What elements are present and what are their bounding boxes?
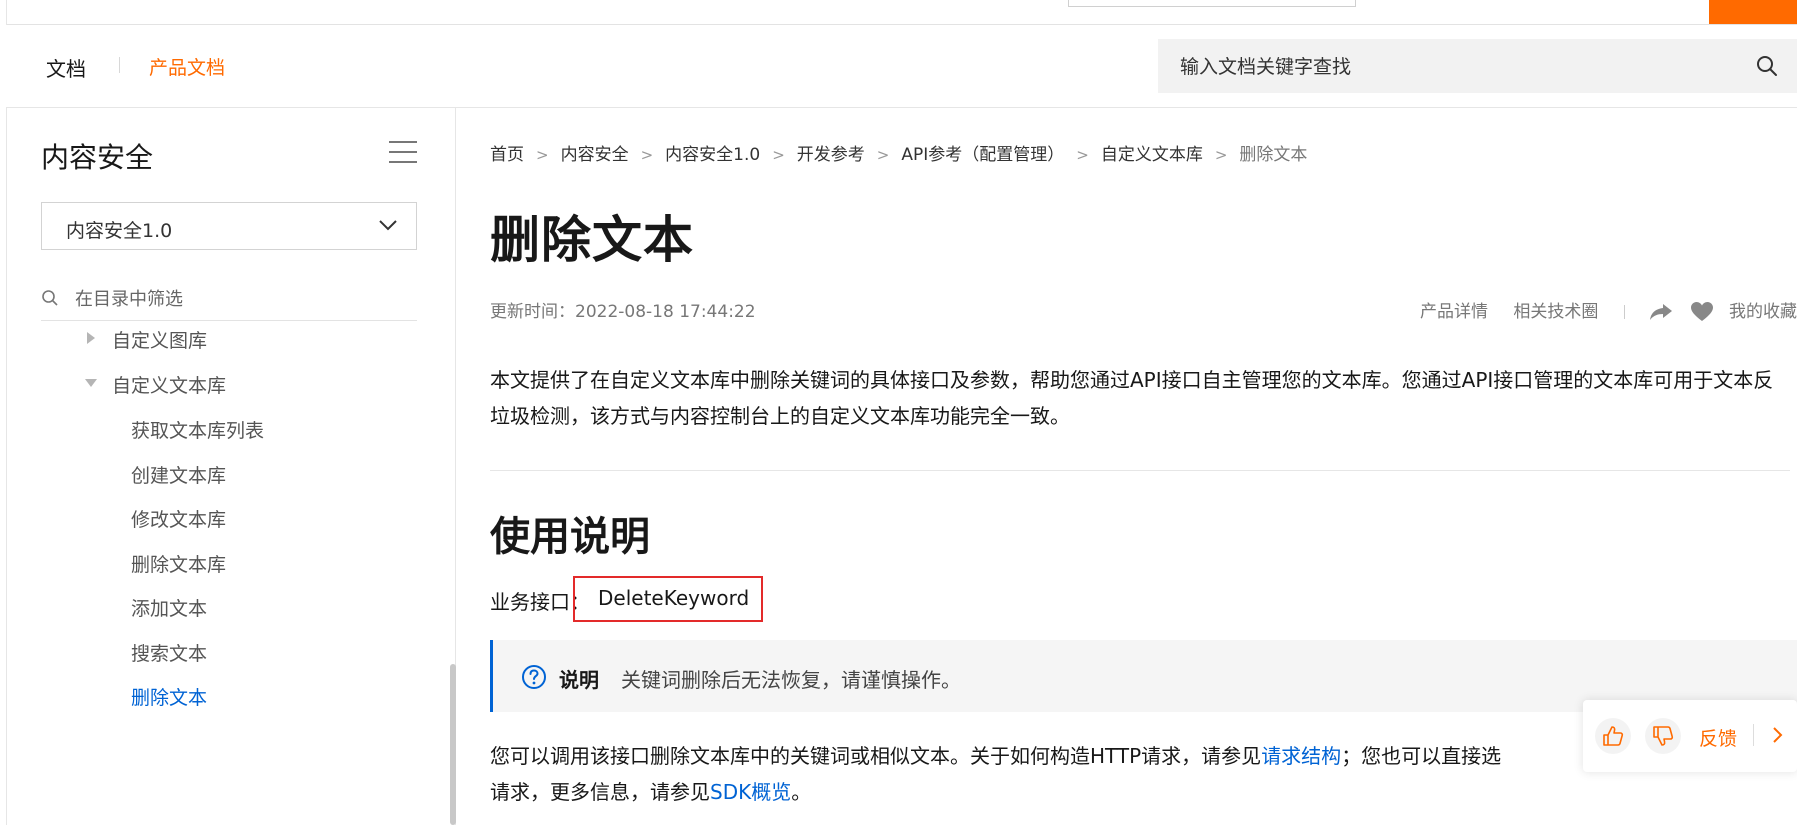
note-text: 关键词删除后无法恢复，请谨慎操作。	[621, 668, 961, 692]
sdk-overview-link[interactable]: SDK概览	[710, 780, 791, 804]
top-strip	[0, 0, 1797, 25]
version-select[interactable]: 内容安全1.0	[41, 202, 417, 250]
thumbs-down-icon	[1653, 726, 1674, 746]
section-divider	[490, 470, 1790, 471]
help-icon	[522, 665, 546, 689]
intro-paragraph: 本文提供了在自定义文本库中删除关键词的具体接口及参数，帮助您通过API接口自主管…	[490, 368, 1774, 428]
usage-text: 您可以调用该接口删除文本库中的关键词或相似文本。关于如何构造HTTP请求，请参见	[490, 744, 1262, 768]
breadcrumb-api-ref[interactable]: API参考（配置管理）	[901, 140, 1064, 165]
chevron-down-icon	[379, 220, 397, 231]
sidebar-title: 内容安全	[41, 141, 154, 174]
toc-item-list-text-libs[interactable]: 获取文本库列表	[131, 416, 264, 443]
toc-item-custom-text-lib[interactable]: 自定义文本库	[112, 371, 226, 398]
top-console-button[interactable]	[1709, 0, 1797, 24]
toc-filter-input[interactable]	[73, 280, 407, 318]
api-name: DeleteKeyword	[598, 586, 750, 610]
action-divider	[1623, 305, 1625, 319]
usage-text: ；您也可以直接选	[1341, 744, 1502, 768]
note-label: 说明	[559, 668, 599, 692]
chevron-right-icon[interactable]	[1767, 724, 1787, 746]
section-heading: 使用说明	[490, 514, 650, 560]
tech-circle-link[interactable]: 相关技术圈	[1513, 302, 1598, 322]
page-title: 删除文本	[490, 211, 694, 269]
toc-item-modify-text-lib[interactable]: 修改文本库	[131, 505, 226, 532]
toc-item-delete-text-lib[interactable]: 删除文本库	[131, 550, 226, 577]
version-select-value: 内容安全1.0	[66, 220, 173, 242]
nav-docs-link[interactable]: 文档	[46, 53, 86, 82]
breadcrumb-separator-icon: >	[1076, 146, 1089, 164]
search-icon[interactable]	[1755, 54, 1779, 78]
breadcrumb-separator-icon: >	[876, 146, 890, 164]
top-search-box[interactable]	[1068, 0, 1356, 7]
thumbs-up-button[interactable]	[1595, 718, 1631, 754]
menu-icon[interactable]	[389, 141, 417, 163]
breadcrumb-separator-icon: >	[536, 146, 549, 164]
toc-item-custom-image-lib[interactable]: 自定义图库	[112, 326, 207, 353]
feedback-button[interactable]: 反馈	[1699, 724, 1737, 751]
left-edge	[0, 0, 7, 825]
breadcrumb-separator-icon: >	[1214, 146, 1228, 164]
doc-header: 文档 产品文档	[6, 25, 1797, 108]
update-time: 更新时间：2022-08-18 17:44:22	[490, 302, 756, 322]
toc-filter	[41, 280, 417, 321]
breadcrumb-home[interactable]: 首页	[490, 140, 524, 165]
breadcrumb-dev-ref[interactable]: 开发参考	[797, 140, 865, 165]
toc-item-delete-text[interactable]: 删除文本	[131, 683, 207, 710]
feedback-divider	[1753, 724, 1754, 746]
thumbs-up-icon	[1603, 726, 1624, 746]
breadcrumb-content-security[interactable]: 内容安全	[561, 140, 629, 165]
sidebar-scrollbar[interactable]	[450, 664, 456, 825]
toc-item-search-text[interactable]: 搜索文本	[131, 639, 207, 666]
feedback-widget: 反馈	[1583, 700, 1797, 772]
breadcrumb-separator-icon: >	[640, 146, 654, 164]
breadcrumb: 首页 > 内容安全 > 内容安全1.0 > 开发参考 > API参考（配置管理） > 自定义文本库 >…	[490, 140, 1307, 165]
nav-divider	[119, 57, 120, 73]
share-icon[interactable]	[1648, 302, 1674, 322]
usage-text: 请求，更多信息，请参见	[490, 780, 710, 804]
favorites-link[interactable]: 我的收藏	[1729, 302, 1797, 322]
request-structure-link[interactable]: 请求结构	[1261, 744, 1341, 768]
toc-item-add-text[interactable]: 添加文本	[131, 594, 207, 621]
doc-search-input[interactable]	[1178, 39, 1742, 95]
product-details-link[interactable]: 产品详情	[1420, 302, 1488, 322]
toc-sidebar: 内容安全 内容安全1.0 自定义图库 自定义文本库 获取文本库列表 创建文本库 …	[7, 108, 456, 825]
doc-actions: 产品详情 相关技术圈 我的收藏	[1420, 297, 1797, 323]
caret-right-icon[interactable]	[87, 332, 95, 344]
heart-icon[interactable]	[1690, 301, 1714, 323]
caret-down-icon[interactable]	[85, 379, 97, 387]
toc-item-create-text-lib[interactable]: 创建文本库	[131, 461, 226, 488]
thumbs-down-button[interactable]	[1645, 718, 1681, 754]
breadcrumb-version[interactable]: 内容安全1.0	[665, 140, 760, 165]
search-icon	[42, 290, 58, 306]
nav-product-docs-link[interactable]: 产品文档	[149, 53, 225, 80]
breadcrumb-current: 删除文本	[1239, 145, 1308, 165]
breadcrumb-separator-icon: >	[772, 146, 785, 164]
usage-text: 。	[791, 780, 812, 804]
doc-search	[1158, 39, 1797, 95]
breadcrumb-custom-text-lib[interactable]: 自定义文本库	[1101, 140, 1203, 165]
